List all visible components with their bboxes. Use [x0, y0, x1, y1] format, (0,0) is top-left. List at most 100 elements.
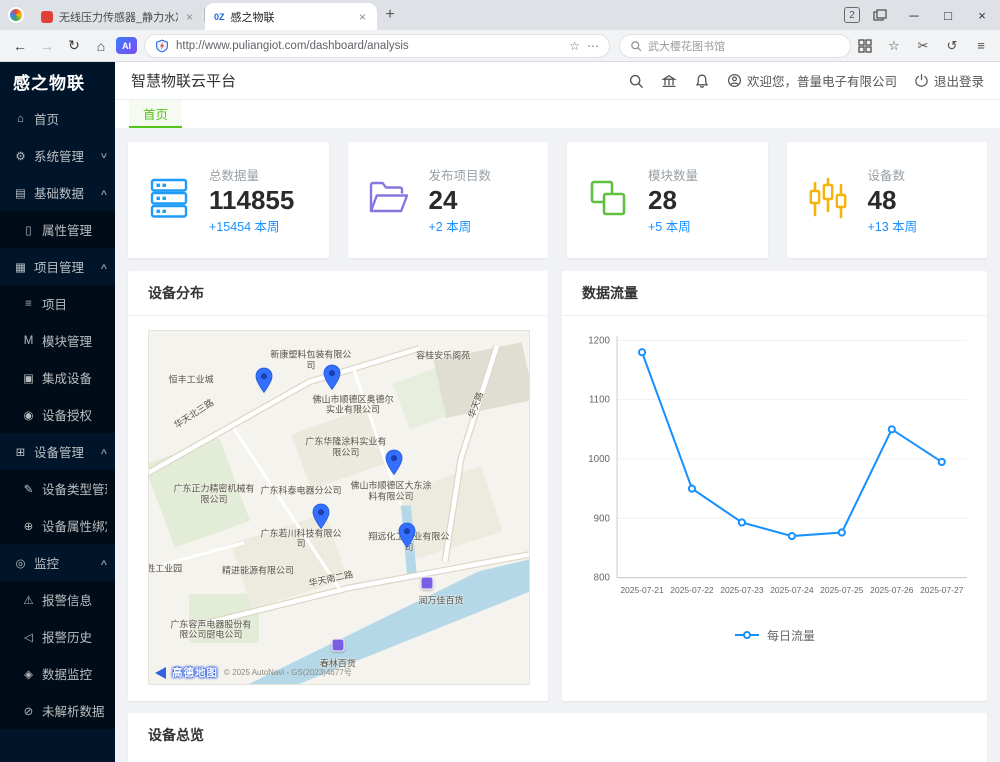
menu-icon[interactable]: ≡: [972, 38, 990, 53]
chevron-down-icon: ∨: [100, 151, 109, 160]
map-label: 佛山市顺德区奥德尔实业有限公司: [309, 394, 397, 415]
sidebar-item-label: 监控: [34, 553, 101, 572]
device-location-pin[interactable]: [398, 522, 417, 554]
forward-icon[interactable]: →: [35, 34, 59, 58]
sidebar-item-device-mgmt[interactable]: ⊞设备管理∧: [0, 433, 115, 470]
back-icon[interactable]: ←: [8, 34, 32, 58]
folder-open-icon: [366, 175, 412, 226]
sidebar-item-project-mgmt[interactable]: ▦项目管理∧: [0, 248, 115, 285]
multi-window-icon[interactable]: [866, 3, 894, 27]
app-logo[interactable]: 感之物联: [0, 62, 115, 100]
svg-text:2025-07-25: 2025-07-25: [820, 585, 864, 595]
logout-button[interactable]: 退出登录: [914, 71, 984, 90]
svg-text:2025-07-26: 2025-07-26: [870, 585, 914, 595]
svg-text:1200: 1200: [588, 335, 610, 346]
search-icon: [630, 40, 642, 52]
sidebar-item-label: 集成设备: [42, 368, 107, 387]
browser-logo-icon[interactable]: [8, 7, 24, 23]
iot-favicon: 0Z: [214, 12, 225, 22]
svg-text:2025-07-21: 2025-07-21: [620, 585, 664, 595]
stat-card-published-projects: 发布项目数 24 +2 本周: [348, 142, 549, 258]
more-options-icon[interactable]: ⋯: [587, 39, 599, 53]
speaker-icon: ◁: [21, 630, 36, 644]
sidebar-item-system-mgmt[interactable]: ⚙系统管理∨: [0, 137, 115, 174]
sidebar-item-data-monitor[interactable]: ◈数据监控: [0, 655, 115, 692]
svg-text:2025-07-23: 2025-07-23: [720, 585, 764, 595]
map-poi-icon: [331, 639, 344, 652]
stat-value: 114855: [209, 184, 294, 217]
sidebar-item-label: 未解析数据: [42, 701, 107, 720]
url-text[interactable]: http://www.puliangiot.com/dashboard/anal…: [176, 40, 562, 52]
device-location-pin[interactable]: [323, 364, 342, 396]
svg-text:2025-07-24: 2025-07-24: [770, 585, 814, 595]
sidebar-item-base-data[interactable]: ▤基础数据∧: [0, 174, 115, 211]
home-icon[interactable]: ⌂: [89, 34, 113, 58]
device-location-pin[interactable]: [385, 449, 404, 481]
browser-tab-sensor[interactable]: 无线压力传感器_静力水准仪 ×: [32, 3, 204, 30]
sidebar-item-label: 设备授权: [42, 405, 107, 424]
apps-grid-icon[interactable]: [856, 39, 874, 53]
maximize-button[interactable]: □: [934, 3, 962, 27]
sidebar-item-alarm-info[interactable]: ⚠报警信息: [0, 581, 115, 618]
chevron-up-icon: ∧: [100, 188, 109, 197]
scissors-screenshot-icon[interactable]: ✂: [914, 38, 932, 54]
close-button[interactable]: ×: [968, 3, 996, 27]
bell-icon[interactable]: [694, 73, 710, 89]
map-label: 广东正力精密机械有限公司: [170, 483, 258, 504]
history-undo-icon[interactable]: ↺: [943, 38, 961, 54]
tab-count-badge[interactable]: 2: [844, 7, 860, 23]
device-location-pin[interactable]: [312, 503, 331, 535]
bookmark-star-icon[interactable]: ☆: [569, 39, 580, 53]
sidebar-item-alarm-history[interactable]: ◁报警历史: [0, 618, 115, 655]
tab-title: 无线压力传感器_静力水准仪: [59, 9, 178, 25]
sidebar-item-project[interactable]: ≡项目: [0, 285, 115, 322]
device-location-pin[interactable]: [255, 367, 274, 399]
shield-speed-icon[interactable]: [155, 39, 169, 53]
search-icon[interactable]: [628, 73, 644, 89]
map-canvas[interactable]: 高德地图 © 2025 AutoNavi - GS(2023)4677号 新康塑…: [148, 330, 530, 685]
sidebar-item-device-attr-bind[interactable]: ⊕设备属性绑定: [0, 507, 115, 544]
bind-icon: ⊕: [21, 519, 36, 533]
sidebar-item-attribute-mgmt[interactable]: ▯属性管理: [0, 211, 115, 248]
sidebar-item-label: 属性管理: [42, 220, 107, 239]
search-suggestion-text[interactable]: 武大樱花图书馆: [648, 38, 725, 54]
device-distribution-panel: 设备分布: [128, 271, 548, 701]
auth-icon: ◉: [21, 408, 36, 422]
tab-home[interactable]: 首页: [129, 100, 182, 128]
sidebar-item-home[interactable]: ⌂首页: [0, 100, 115, 137]
organization-icon[interactable]: [661, 73, 677, 89]
url-field[interactable]: http://www.puliangiot.com/dashboard/anal…: [144, 34, 610, 58]
chevron-up-icon: ∧: [100, 447, 109, 456]
pen-icon: ✎: [21, 482, 36, 496]
sidebar-item-label: 模块管理: [42, 331, 107, 350]
sidebar-item-module-mgmt[interactable]: M模块管理: [0, 322, 115, 359]
browser-tab-iot[interactable]: 0Z 感之物联 ×: [205, 3, 377, 30]
new-tab-button[interactable]: +: [377, 3, 403, 27]
sidebar-item-unparsed-data[interactable]: ⊘未解析数据: [0, 692, 115, 729]
browser-window: 无线压力传感器_静力水准仪 × 0Z 感之物联 × + 2 ─ □ × ← → …: [0, 0, 1000, 762]
sidebar-item-label: 首页: [34, 109, 107, 128]
tab-close-icon[interactable]: ×: [184, 10, 195, 24]
map-label: 广东容声电器股份有限公司厨电公司: [167, 619, 255, 640]
sidebar-item-monitor[interactable]: ◎监控∧: [0, 544, 115, 581]
svg-text:1000: 1000: [588, 454, 610, 465]
favorites-star-icon[interactable]: ☆: [885, 38, 903, 54]
tab-title: 感之物联: [231, 9, 351, 25]
user-welcome[interactable]: 欢迎您，普量电子有限公司: [727, 71, 897, 90]
tab-close-icon[interactable]: ×: [357, 10, 368, 24]
app-header: 智慧物联云平台 欢迎您，普量电子有限公司: [115, 62, 1000, 100]
sidebar-item-device-type-mgmt[interactable]: ✎设备类型管理: [0, 470, 115, 507]
map-label: 新康塑料包装有限公司: [267, 349, 355, 370]
chart-legend[interactable]: 每日流量: [570, 623, 979, 654]
sidebar-item-integrated-device[interactable]: ▣集成设备: [0, 359, 115, 396]
appstore-icon: ▦: [13, 260, 28, 274]
browser-search-box[interactable]: 武大樱花图书馆: [619, 34, 851, 58]
sidebar-item-device-auth[interactable]: ◉ 设备授权: [0, 396, 115, 433]
svg-text:2025-07-22: 2025-07-22: [670, 585, 714, 595]
minimize-button[interactable]: ─: [900, 3, 928, 27]
map-label: 胜工业园: [148, 563, 182, 574]
ai-assistant-icon[interactable]: AI: [116, 37, 137, 54]
stat-value: 48: [868, 184, 918, 217]
refresh-icon[interactable]: ↻: [62, 34, 86, 58]
alert-icon: ⚠: [21, 593, 36, 607]
